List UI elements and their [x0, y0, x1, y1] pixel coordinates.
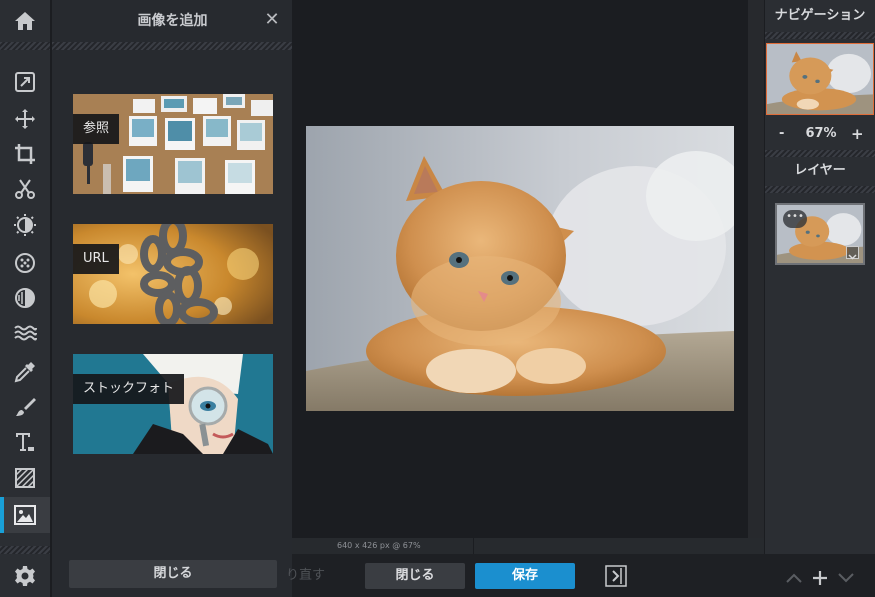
eyedropper-icon[interactable] — [0, 354, 50, 390]
redo-button[interactable]: り直す — [286, 563, 325, 589]
status-divider — [473, 538, 474, 554]
gear-icon[interactable] — [0, 558, 50, 594]
navigation-title: ナビゲーション — [774, 8, 866, 23]
panel-close-button[interactable]: 閉じる — [69, 560, 277, 588]
save-button[interactable]: 保存 — [475, 563, 575, 589]
layer-separator-2 — [765, 186, 875, 193]
panel-separator — [52, 42, 293, 50]
zoom-level: 67% — [805, 126, 837, 141]
layers-title: レイヤー — [794, 163, 846, 178]
image-size-status: 640 x 426 px @ 67% — [337, 541, 421, 550]
crop-icon[interactable] — [0, 136, 50, 172]
url-thumbnail — [73, 224, 273, 324]
add-image-panel: 画像を追加 ✕ 参照 URL ストックフォト 閉じる — [51, 0, 293, 597]
brush-icon[interactable] — [0, 389, 50, 425]
cut-icon[interactable] — [0, 171, 50, 207]
source-stock-photo[interactable]: ストックフォト — [73, 354, 273, 454]
left-toolbar — [0, 0, 50, 597]
plus-icon[interactable] — [811, 569, 829, 587]
close-icon[interactable]: ✕ — [264, 11, 280, 29]
chevron-down-icon[interactable] — [837, 569, 855, 587]
toolbar-separator-bottom — [0, 546, 50, 554]
texture-icon[interactable] — [0, 460, 50, 496]
collapse-panel-icon[interactable] — [605, 565, 627, 587]
image-icon[interactable] — [0, 497, 50, 533]
zoom-out-button[interactable]: - — [779, 122, 784, 146]
canvas-image[interactable] — [306, 126, 734, 411]
browse-thumbnail — [73, 94, 273, 194]
layer-item[interactable]: ••• — [775, 203, 865, 265]
source-label: URL — [73, 244, 119, 274]
kitten-photo — [306, 126, 734, 411]
layer-visibility-checkbox[interactable] — [846, 246, 859, 260]
source-url[interactable]: URL — [73, 224, 273, 324]
layer-options-icon[interactable]: ••• — [783, 210, 807, 228]
source-browse[interactable]: 参照 — [73, 94, 273, 194]
adjust-icon[interactable] — [0, 64, 50, 100]
zoom-in-button[interactable]: + — [851, 122, 864, 146]
filter-icon[interactable] — [0, 245, 50, 281]
bottom-bar: り直す 閉じる 保存 — [286, 554, 875, 597]
source-label: 参照 — [73, 114, 120, 144]
navigation-thumbnail[interactable] — [766, 43, 874, 115]
right-panel: ナビゲーション - 67% + レイヤー ••• — [765, 0, 875, 554]
close-button[interactable]: 閉じる — [365, 563, 465, 589]
stock-photo-thumbnail — [73, 354, 273, 454]
nav-separator — [765, 32, 875, 39]
wave-icon[interactable] — [0, 315, 50, 351]
brightness-icon[interactable] — [0, 207, 50, 243]
panel-title: 画像を追加 — [137, 13, 208, 29]
text-icon[interactable] — [0, 424, 50, 460]
toolbar-separator-top — [0, 42, 50, 50]
status-bar: 640 x 426 px @ 67% — [292, 538, 764, 554]
navigation-kitten — [767, 44, 873, 114]
contrast-icon[interactable] — [0, 280, 50, 316]
chevron-up-icon[interactable] — [785, 569, 803, 587]
zoom-controls: - 67% + — [765, 122, 875, 146]
move-icon[interactable] — [0, 101, 50, 137]
canvas-area[interactable] — [292, 0, 748, 538]
vertical-scrollbar[interactable] — [748, 0, 764, 554]
source-label: ストックフォト — [73, 374, 185, 404]
home-icon[interactable] — [0, 3, 50, 39]
photo-editor-app: 画像を追加 ✕ 参照 URL ストックフォト 閉じる 640 x 426 px … — [0, 0, 875, 597]
